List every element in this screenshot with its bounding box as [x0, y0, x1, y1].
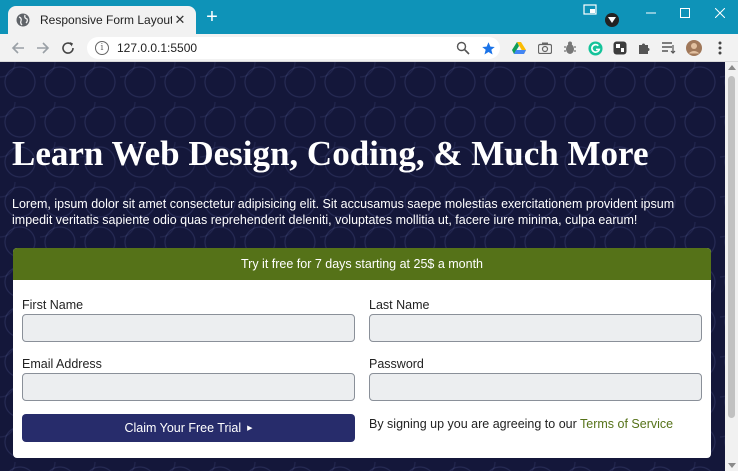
bug-icon[interactable] — [562, 40, 578, 56]
drive-icon[interactable] — [511, 40, 527, 56]
globe-icon — [16, 13, 30, 27]
email-input[interactable] — [22, 373, 355, 401]
grammarly-icon[interactable] — [587, 40, 603, 56]
email-label: Email Address — [22, 357, 102, 371]
scroll-up-arrow-icon[interactable] — [728, 65, 736, 70]
minimize-icon[interactable] — [634, 0, 668, 26]
browser-toolbar: i 127.0.0.1:5500 — [0, 34, 738, 62]
reload-icon[interactable] — [59, 39, 77, 57]
scrollbar-thumb[interactable] — [728, 76, 735, 418]
camera-icon[interactable] — [537, 40, 553, 56]
forward-arrow-icon[interactable] — [34, 39, 52, 57]
tab-close-icon[interactable]: ✕ — [172, 12, 188, 28]
profile-menu-icon[interactable] — [605, 13, 619, 27]
first-name-input[interactable] — [22, 314, 355, 342]
puzzle-icon[interactable] — [636, 40, 652, 56]
bookmark-star-icon[interactable] — [480, 40, 496, 56]
zoom-icon[interactable] — [455, 40, 471, 56]
page-viewport: Learn Web Design, Coding, & Much More Lo… — [0, 62, 725, 471]
browser-tab[interactable]: Responsive Form Layout ✕ — [8, 6, 196, 34]
close-window-icon[interactable] — [703, 0, 737, 26]
terms-of-service-link[interactable]: Terms of Service — [580, 417, 673, 431]
vertical-scrollbar[interactable] — [725, 62, 738, 471]
terms-notice: By signing up you are agreeing to our Te… — [369, 417, 673, 431]
menu-kebab-icon[interactable] — [712, 40, 728, 56]
maximize-icon[interactable] — [668, 0, 702, 26]
terms-text: By signing up you are agreeing to our — [369, 417, 581, 431]
trial-banner: Try it free for 7 days starting at 25$ a… — [13, 248, 711, 280]
site-info-icon[interactable]: i — [95, 41, 109, 55]
password-input[interactable] — [369, 373, 702, 401]
extension-icon[interactable] — [612, 40, 628, 56]
tab-title: Responsive Form Layout — [40, 13, 172, 27]
scroll-down-arrow-icon[interactable] — [728, 463, 736, 468]
play-arrow-icon: ▶ — [247, 425, 253, 432]
browser-titlebar: Responsive Form Layout ✕ + — [0, 0, 738, 34]
first-name-label: First Name — [22, 298, 84, 312]
claim-free-trial-button[interactable]: Claim Your Free Trial ▶ — [22, 414, 355, 442]
url-text: 127.0.0.1:5500 — [117, 41, 198, 55]
last-name-input[interactable] — [369, 314, 702, 342]
back-arrow-icon[interactable] — [9, 39, 27, 57]
address-bar[interactable]: i 127.0.0.1:5500 — [87, 37, 500, 59]
new-tab-button[interactable]: + — [203, 7, 221, 27]
claim-free-trial-label: Claim Your Free Trial — [124, 421, 242, 435]
profile-avatar-icon[interactable] — [686, 40, 702, 56]
reading-list-icon[interactable] — [661, 40, 677, 56]
hero-title: Learn Web Design, Coding, & Much More — [12, 134, 649, 173]
media-icon[interactable] — [583, 3, 597, 15]
hero-paragraph: Lorem, ipsum dolor sit amet consectetur … — [12, 197, 675, 227]
last-name-label: Last Name — [369, 298, 430, 312]
password-label: Password — [369, 357, 424, 371]
signup-form-card: Try it free for 7 days starting at 25$ a… — [13, 248, 711, 458]
